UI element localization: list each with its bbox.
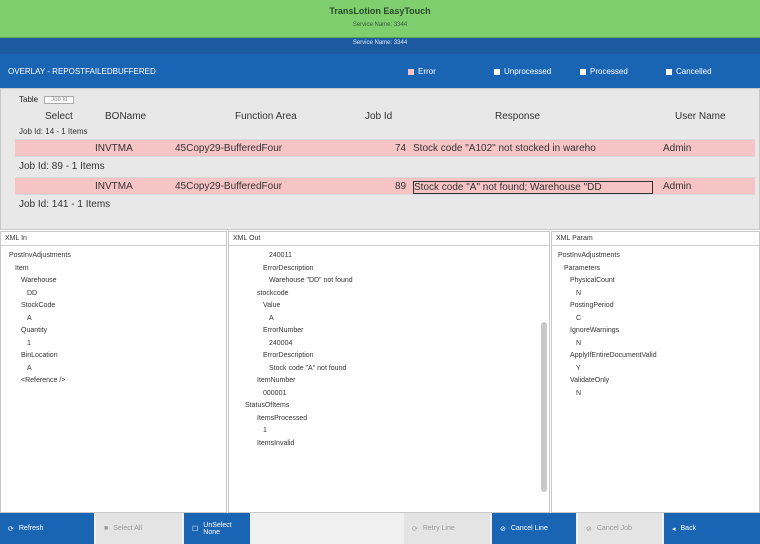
table-selector: Table Job Id [19,95,75,104]
col-job-id[interactable]: Job Id [365,111,392,122]
app-subtitle: Service Name: 3344 [352,22,408,28]
back-button[interactable]: ◂ Back [664,513,760,544]
retry-line-button[interactable]: ⟳ Retry Line [404,513,490,544]
checkbox-icon: ■ [104,525,109,532]
col-response[interactable]: Response [495,111,540,122]
cancel-job-button[interactable]: ⊘ Cancel Job [578,513,662,544]
service-bar: Service Name: 3344 [0,38,760,54]
table-dropdown[interactable]: Job Id [44,95,75,104]
xml-in-panel: XML In PostInvAdjustments Item Warehouse… [0,231,227,513]
overlay-label: OVERLAY - REPOSTFAILEDBUFFERED [8,67,156,76]
legend-error: Error [408,67,436,76]
cancel-icon: ⊘ [500,525,506,533]
xml-param-panel: XML Param PostInvAdjustments Parameters … [551,231,760,513]
col-boname[interactable]: BOName [105,111,146,122]
xml-param-tree[interactable]: PostInvAdjustments Parameters PhysicalCo… [552,246,759,404]
cancel-line-button[interactable]: ⊘ Cancel Line [492,513,576,544]
table-row[interactable]: INVTMA 45Copy29-BufferedFour 89 Stock co… [15,177,755,195]
col-select[interactable]: Select [45,111,73,122]
refresh-button[interactable]: ⟳ Refresh [0,513,94,544]
results-grid: Table Job Id Select BOName Function Area… [0,88,760,230]
legend-processed: Processed [580,67,628,76]
group-header[interactable]: Job Id: 141 - 1 Items [19,199,110,210]
xml-out-tree[interactable]: 240011 ErrorDescription Warehouse "DD" n… [229,246,549,454]
col-function-area[interactable]: Function Area [235,111,297,122]
xml-out-title: XML Out [229,232,549,246]
xml-in-title: XML In [1,232,226,246]
back-icon: ◂ [672,525,676,533]
title-bar: TransLotion EasyTouch Service Name: 3344 [0,0,760,38]
group-header[interactable]: Job Id: 89 - 1 Items [19,161,105,172]
service-name: Service Name: 3344 [352,40,408,46]
bottom-toolbar: ⟳ Refresh ■ Select All ☐ UnSelect None ⟳ Ret… [0,513,760,544]
select-all-button[interactable]: ■ Select All [96,513,182,544]
table-row[interactable]: INVTMA 45Copy29-BufferedFour 74 Stock co… [15,139,755,157]
overlay-header: OVERLAY - REPOSTFAILEDBUFFERED Error Unp… [0,54,760,88]
col-user-name[interactable]: User Name [675,111,726,122]
retry-icon: ⟳ [412,525,418,533]
legend-unprocessed: Unprocessed [494,67,551,76]
xml-param-title: XML Param [552,232,759,246]
group-header[interactable]: Job Id: 14 - 1 Items [19,127,87,136]
legend-cancelled: Cancelled [666,67,712,76]
xml-out-scrollbar[interactable] [541,322,547,492]
xml-in-tree[interactable]: PostInvAdjustments Item Warehouse DD Sto… [1,246,226,392]
grid-header: Select BOName Function Area Job Id Respo… [15,111,755,125]
cancel-job-icon: ⊘ [586,525,592,533]
app-title: TransLotion EasyTouch [329,6,431,16]
xml-out-panel: XML Out 240011 ErrorDescription Warehous… [228,231,550,513]
unselect-none-button[interactable]: ☐ UnSelect None [184,513,250,544]
xml-panels: XML In PostInvAdjustments Item Warehouse… [0,231,760,513]
refresh-icon: ⟳ [8,525,14,533]
unselect-icon: ☐ [192,525,199,533]
